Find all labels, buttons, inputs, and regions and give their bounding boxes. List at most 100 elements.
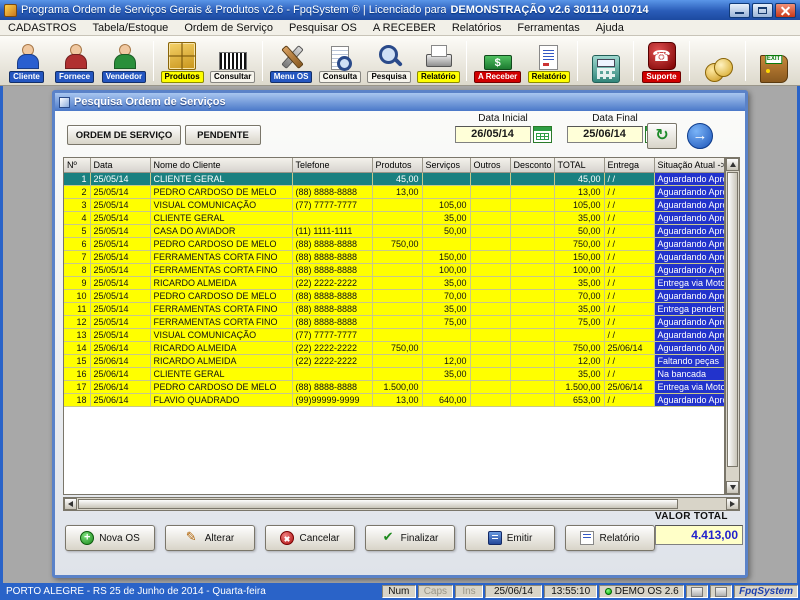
horizontal-scroll-thumb[interactable] [78, 499, 678, 509]
scroll-up-button[interactable] [726, 158, 739, 171]
column-header-nome-do-cliente[interactable]: Nome do Cliente [150, 158, 293, 173]
table-row-3[interactable]: 3 25/05/14 VISUAL COMUNICAÇÃO (77) 7777-777… [64, 198, 724, 212]
cell-others [470, 172, 511, 186]
vertical-scrollbar[interactable] [725, 157, 740, 495]
cell-date: 25/05/14 [90, 302, 151, 316]
search-go-button[interactable] [687, 123, 713, 149]
menu-item-cadastros[interactable]: CADASTROS [0, 20, 84, 35]
table-row-13[interactable]: 13 25/05/14 VISUAL COMUNICAÇÃO (77) 7777-77… [64, 328, 724, 342]
table-row-11[interactable]: 11 25/05/14 FERRAMENTAS CORTA FINO (88) 888… [64, 302, 724, 316]
cell-client: VISUAL COMUNICAÇÃO [150, 328, 293, 342]
cancel-icon [280, 531, 295, 545]
table-row-18[interactable]: 18 25/06/14 FLAVIO QUADRADO (99)99999-9999 1… [64, 393, 724, 407]
toolbar-button-consultar[interactable]: Consultar [208, 37, 257, 84]
toolbar-button-calculator-icon[interactable] [583, 37, 628, 84]
toolbar-button-cliente[interactable]: Cliente [4, 37, 49, 84]
close-button[interactable] [775, 2, 796, 18]
column-header-n[interactable]: Nº [64, 158, 91, 173]
column-header-situacao-atual[interactable]: Situação Atual -> [654, 158, 724, 173]
table-row-12[interactable]: 12 25/05/14 FERRAMENTAS CORTA FINO (88) 888… [64, 315, 724, 329]
toolbar-button-produtos[interactable]: Produtos [159, 37, 206, 84]
horizontal-scrollbar[interactable] [63, 497, 740, 511]
scroll-left-button[interactable] [64, 498, 77, 510]
cell-services: 35,00 [422, 367, 471, 381]
date-initial-calendar-icon[interactable] [532, 126, 552, 143]
toolbar-button-a-receber[interactable]: A Receber [472, 37, 523, 84]
menu-item-pesquisar-os[interactable]: Pesquisar OS [281, 20, 365, 35]
toolbar-label-consulta: Consulta [318, 71, 362, 83]
cell-client: FERRAMENTAS CORTA FINO [150, 302, 293, 316]
cancelar-button[interactable]: Cancelar [265, 525, 355, 551]
toolbar-button-coins-icon[interactable] [695, 37, 740, 84]
table-row-6[interactable]: 6 25/05/14 PEDRO CARDOSO DE MELO (88) 8888-… [64, 237, 724, 251]
toolbar-button-vendedor[interactable]: Vendedor [100, 37, 148, 84]
column-header-desconto[interactable]: Desconto [510, 158, 555, 173]
scroll-down-button[interactable] [726, 481, 739, 494]
ordem-de-servico-button[interactable]: ORDEM DE SERVIÇO [67, 125, 181, 145]
table-row-5[interactable]: 5 25/05/14 CASA DO AVIADOR (11) 1111-1111 50… [64, 224, 724, 238]
toolbar-button-consulta[interactable]: Consulta [317, 37, 363, 84]
table-row-15[interactable]: 15 25/06/14 RICARDO ALMEIDA (22) 2222-2222 1… [64, 354, 724, 368]
menu-item-a-receber[interactable]: A RECEBER [365, 20, 444, 35]
column-header-total[interactable]: TOTAL [554, 158, 605, 173]
table-row-9[interactable]: 9 25/05/14 RICARDO ALMEIDA (22) 2222-2222 35… [64, 276, 724, 290]
vertical-scroll-thumb[interactable] [727, 172, 738, 467]
calculator-icon [591, 55, 620, 83]
cell-phone [292, 211, 373, 225]
table-row-17[interactable]: 17 25/06/14 PEDRO CARDOSO DE MELO (88) 8888… [64, 380, 724, 394]
cell-status: Aguardando Aprovação [654, 224, 724, 238]
table-row-14[interactable]: 14 25/06/14 RICARDO ALMEIDA (22) 2222-2222 7… [64, 341, 724, 355]
cell-date: 25/05/14 [90, 185, 151, 199]
finalizar-button[interactable]: Finalizar [365, 525, 455, 551]
column-header-data[interactable]: Data [90, 158, 151, 173]
cell-products [372, 276, 423, 290]
statusbar: PORTO ALEGRE - RS 25 de Junho de 2014 - … [0, 583, 800, 600]
date-initial-field[interactable]: 26/05/14 [454, 126, 531, 143]
toolbar-button-exit-icon[interactable]: EXIT [751, 37, 796, 84]
cell-others [470, 250, 511, 264]
scroll-right-button[interactable] [726, 498, 739, 510]
alterar-button[interactable]: Alterar [165, 525, 255, 551]
toolbar-button-menu-os[interactable]: Menu OS [268, 37, 314, 84]
cell-delivery: / / [604, 198, 655, 212]
menu-item-relatorios[interactable]: Relatórios [444, 20, 510, 35]
toolbar-label-relatorio: Relatório [416, 71, 460, 83]
column-header-servicos[interactable]: Serviços [422, 158, 471, 173]
cell-others [470, 237, 511, 251]
table-row-10[interactable]: 10 25/05/14 PEDRO CARDOSO DE MELO (88) 8888… [64, 289, 724, 303]
status-brand: FpqSystem [734, 585, 798, 598]
column-header-telefone[interactable]: Telefone [292, 158, 373, 173]
column-header-produtos[interactable]: Produtos [372, 158, 423, 173]
pendente-button[interactable]: PENDENTE [185, 125, 261, 145]
cell-others [470, 224, 511, 238]
cell-products [372, 224, 423, 238]
minimize-button[interactable] [729, 2, 750, 18]
toolbar-button-suporte[interactable]: Suporte [639, 37, 684, 84]
menu-item-ferramentas[interactable]: Ferramentas [509, 20, 587, 35]
column-header-entrega[interactable]: Entrega [604, 158, 655, 173]
maximize-button[interactable] [752, 2, 773, 18]
toolbar-button-fornece[interactable]: Fornece [52, 37, 97, 84]
table-row-4[interactable]: 4 25/05/14 CLIENTE GERAL 35,00 35,00/ / Aguar… [64, 211, 724, 225]
cell-discount [510, 380, 555, 394]
refresh-button[interactable] [647, 123, 677, 149]
toolbar-button-pesquisa[interactable]: Pesquisa [366, 37, 413, 84]
table-row-16[interactable]: 16 25/06/14 CLIENTE GERAL 35,00 35,00/ / Na b… [64, 367, 724, 381]
toolbar-button-relatorio[interactable]: Relatório [415, 37, 461, 84]
table-row-7[interactable]: 7 25/05/14 FERRAMENTAS CORTA FINO (88) 8888… [64, 250, 724, 264]
relatorio-button[interactable]: Relatório [565, 525, 655, 551]
column-header-outros[interactable]: Outros [470, 158, 511, 173]
menu-item-ajuda[interactable]: Ajuda [588, 20, 632, 35]
emitir-button[interactable]: Emitir [465, 525, 555, 551]
menu-item-ordem-de-servico[interactable]: Ordem de Serviço [176, 20, 281, 35]
table-row-2[interactable]: 2 25/05/14 PEDRO CARDOSO DE MELO (88) 8888-… [64, 185, 724, 199]
status-monitor-pane[interactable] [686, 585, 709, 598]
date-final-field[interactable]: 25/06/14 [566, 126, 643, 143]
cell-num: 14 [64, 341, 91, 355]
menu-item-tabela-estoque[interactable]: Tabela/Estoque [84, 20, 176, 35]
table-row-8[interactable]: 8 25/05/14 FERRAMENTAS CORTA FINO (88) 8888… [64, 263, 724, 277]
table-row-1[interactable]: 1 25/05/14 CLIENTE GERAL 45,00 45,00/ / Aguar… [64, 172, 724, 186]
status-printer-pane[interactable] [710, 585, 733, 598]
nova-os-button[interactable]: Nova OS [65, 525, 155, 551]
toolbar-button-relatorio[interactable]: Relatório [526, 37, 572, 84]
